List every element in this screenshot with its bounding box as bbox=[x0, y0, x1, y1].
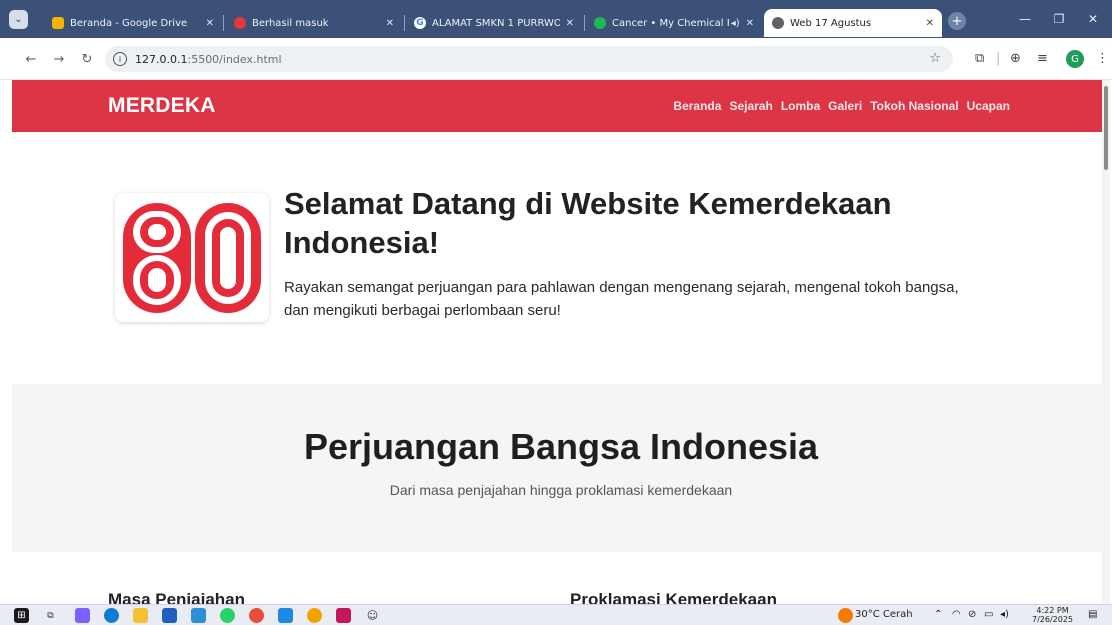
url-host: 127.0.0.1 bbox=[135, 52, 188, 66]
tab-spotify[interactable]: Cancer • My Chemical R ◂) ✕ bbox=[586, 9, 762, 37]
section-title: Perjuangan Bangsa Indonesia bbox=[303, 426, 819, 467]
taskbar-clock[interactable]: 4:22 PM 7/26/2025 bbox=[1032, 606, 1073, 624]
wifi-icon[interactable]: ◠ bbox=[952, 609, 961, 620]
tab-separator bbox=[404, 15, 405, 31]
tab-label: ALAMAT SMKN 1 PURRWO bbox=[432, 17, 560, 29]
timeline-heading-proklamasi: Proklamasi Kemerdekaan bbox=[570, 590, 777, 604]
nav-link-ucapan[interactable]: Ucapan bbox=[967, 99, 1010, 113]
notification-icon[interactable]: ▤ bbox=[1088, 609, 1097, 620]
chevron-up-icon[interactable]: ⌃ bbox=[934, 609, 942, 620]
close-icon[interactable]: ✕ bbox=[926, 18, 934, 29]
page-scrollbar[interactable] bbox=[1102, 80, 1110, 604]
reading-list-icon[interactable]: ≡ bbox=[1037, 51, 1048, 66]
game-icon[interactable]: ☺ bbox=[365, 608, 380, 623]
tab-label: Berhasil masuk bbox=[252, 17, 329, 29]
nav-link-sejarah[interactable]: Sejarah bbox=[729, 99, 772, 113]
download-icon[interactable]: ⊕ bbox=[1010, 51, 1021, 66]
heart-icon bbox=[234, 17, 246, 29]
logo-80-graphic bbox=[115, 193, 269, 322]
google-drive-icon bbox=[52, 17, 64, 29]
info-icon[interactable]: i bbox=[113, 52, 127, 66]
nav-link-tokoh-nasional[interactable]: Tokoh Nasional bbox=[870, 99, 958, 113]
google-icon: G bbox=[414, 17, 426, 29]
tab-strip: ⌄ Beranda - Google Drive ✕ Berhasil masu… bbox=[0, 0, 1112, 38]
spotify-icon bbox=[594, 17, 606, 29]
history-section: Perjuangan Bangsa Indonesia Dari masa pe… bbox=[12, 384, 1110, 552]
battery-icon[interactable]: ▭ bbox=[984, 609, 993, 620]
address-bar[interactable]: i 127.0.0.1:5500/index.html ☆ bbox=[105, 46, 953, 72]
windows-start-icon[interactable]: ⊞ bbox=[14, 608, 29, 623]
weather-text[interactable]: 30°C Cerah bbox=[855, 609, 913, 620]
profile-avatar[interactable]: G bbox=[1066, 50, 1084, 68]
url-path: :5500/index.html bbox=[187, 52, 282, 66]
browser-window: ⌄ Beranda - Google Drive ✕ Berhasil masu… bbox=[0, 0, 1112, 625]
copilot-icon[interactable] bbox=[75, 608, 90, 623]
site-navbar: MERDEKA Beranda Sejarah Lomba Galeri Tok… bbox=[12, 80, 1110, 132]
hero-description: Rayakan semangat perjuangan para pahlawa… bbox=[284, 279, 959, 319]
clock-date: 7/26/2025 bbox=[1032, 615, 1074, 624]
extensions-icon[interactable]: ⧉ bbox=[975, 51, 984, 66]
app-icon[interactable] bbox=[336, 608, 351, 623]
vscode-icon[interactable] bbox=[278, 608, 293, 623]
close-icon[interactable]: ✕ bbox=[386, 18, 394, 29]
minimize-button[interactable]: — bbox=[1010, 8, 1040, 30]
reload-icon[interactable]: ↻ bbox=[78, 50, 96, 68]
globe-icon bbox=[772, 17, 784, 29]
close-icon[interactable]: ✕ bbox=[566, 18, 574, 29]
clock-time: 4:22 PM bbox=[1036, 606, 1069, 615]
tab-search-icon[interactable]: ⌄ bbox=[9, 10, 28, 29]
tab-web-17-agustus[interactable]: Web 17 Agustus ✕ bbox=[764, 9, 942, 37]
close-icon[interactable]: ✕ bbox=[746, 18, 754, 29]
nav-links: Beranda Sejarah Lomba Galeri Tokoh Nasio… bbox=[673, 99, 1010, 113]
close-window-button[interactable]: ✕ bbox=[1078, 8, 1108, 30]
nav-link-galeri[interactable]: Galeri bbox=[828, 99, 862, 113]
new-tab-button[interactable]: + bbox=[948, 12, 966, 30]
section-subtitle: Dari masa penjajahan hingga proklamasi k… bbox=[389, 482, 733, 498]
timeline-heading-penjajahan: Masa Penjajahan bbox=[108, 590, 246, 604]
toolbar-divider: | bbox=[996, 51, 1001, 66]
web-page: MERDEKA Beranda Sejarah Lomba Galeri Tok… bbox=[12, 80, 1110, 604]
tab-label: Web 17 Agustus bbox=[790, 17, 872, 29]
speaker-icon[interactable]: ◂) bbox=[731, 18, 740, 29]
bookmark-star-icon[interactable]: ☆ bbox=[929, 51, 941, 66]
chrome-icon[interactable] bbox=[249, 608, 264, 623]
tab-google-drive[interactable]: Beranda - Google Drive ✕ bbox=[44, 9, 222, 37]
hero-80-logo bbox=[115, 193, 269, 322]
file-explorer-icon[interactable] bbox=[133, 608, 148, 623]
tab-separator bbox=[223, 15, 224, 31]
close-icon[interactable]: ✕ bbox=[206, 18, 214, 29]
tab-alamat-smkn[interactable]: G ALAMAT SMKN 1 PURRWO ✕ bbox=[406, 9, 582, 37]
chrome-profile-icon[interactable] bbox=[307, 608, 322, 623]
store-icon[interactable] bbox=[162, 608, 177, 623]
tab-label: Beranda - Google Drive bbox=[70, 17, 188, 29]
whatsapp-icon[interactable] bbox=[220, 608, 235, 623]
nav-link-beranda[interactable]: Beranda bbox=[673, 99, 721, 113]
network-icon[interactable]: ⊘ bbox=[968, 609, 976, 620]
volume-icon[interactable]: ◂) bbox=[1000, 609, 1009, 620]
more-menu-icon[interactable]: ⋮ bbox=[1096, 51, 1109, 66]
brand-logo[interactable]: MERDEKA bbox=[108, 94, 216, 118]
tab-separator bbox=[584, 15, 585, 31]
maximize-button[interactable]: ❐ bbox=[1044, 8, 1074, 30]
task-view-icon[interactable]: ⧉ bbox=[43, 608, 58, 623]
outlook-icon[interactable] bbox=[191, 608, 206, 623]
hero-title: Selamat Datang di Website Kemerdekaan In… bbox=[284, 186, 892, 260]
tab-label: Cancer • My Chemical R bbox=[612, 17, 729, 29]
back-icon[interactable]: ← bbox=[22, 50, 40, 68]
weather-icon[interactable] bbox=[838, 608, 853, 623]
browser-toolbar: ← → ↻ i 127.0.0.1:5500/index.html ☆ ⧉ | … bbox=[0, 38, 1112, 80]
edge-icon[interactable] bbox=[104, 608, 119, 623]
tab-berhasil-masuk[interactable]: Berhasil masuk ✕ bbox=[226, 9, 402, 37]
nav-link-lomba[interactable]: Lomba bbox=[781, 99, 820, 113]
windows-taskbar: ⊞ ⧉ ☺ 30°C Cerah ⌃ ◠ ⊘ ▭ ◂) 4:22 PM 7/26… bbox=[0, 604, 1112, 625]
scroll-thumb[interactable] bbox=[1104, 86, 1108, 170]
forward-icon[interactable]: → bbox=[50, 50, 68, 68]
